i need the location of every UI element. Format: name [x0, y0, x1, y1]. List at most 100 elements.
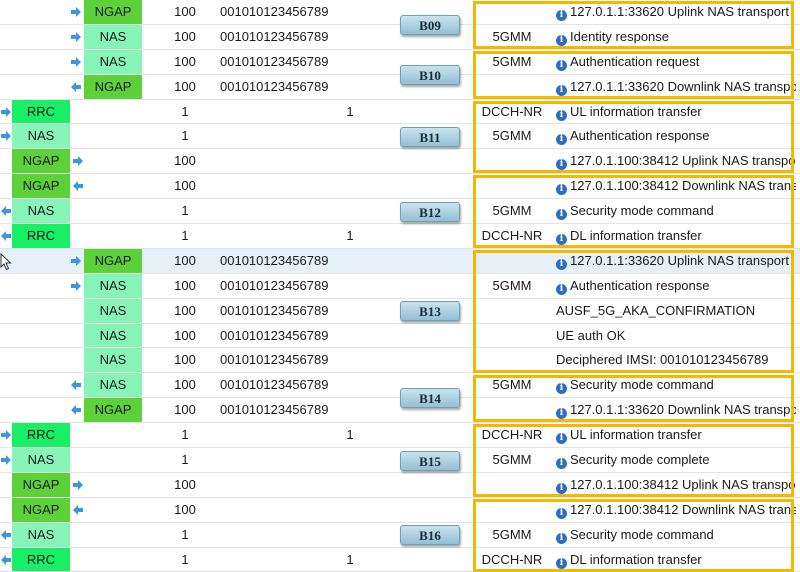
rb-id-cell: 1	[346, 427, 354, 443]
protocol-cell: NGAP	[12, 149, 70, 174]
info-icon: i	[556, 84, 567, 96]
info-cell: i 127.0.1.1:33620 Uplink NAS transport	[556, 249, 796, 273]
imsi-cell: 001010123456789	[220, 302, 329, 318]
protocol-cell: NGAP	[12, 472, 70, 497]
imsi-cell: 001010123456789	[220, 377, 329, 393]
imsi-cell: 001010123456789	[220, 402, 329, 418]
cell-id-cell: 1	[181, 427, 189, 443]
ue-id-cell: 100	[174, 377, 196, 393]
info-icon: i	[556, 10, 567, 21]
arrow-right-icon	[73, 156, 83, 167]
ue-id-cell: 100	[174, 402, 196, 418]
info-text: 127.0.1.1:33620 Downlink NAS transport	[570, 78, 796, 94]
info-cell: i Authentication response	[556, 274, 796, 298]
ue-id-cell: 100	[174, 277, 196, 293]
info-cell: i Authentication request	[556, 50, 796, 74]
protocol-cell: NGAP	[12, 174, 70, 199]
table-row[interactable]: RRC 1 1 DCCH-NR i DL information transfer	[0, 547, 800, 572]
arrow-right-icon	[71, 31, 81, 42]
cell-id-cell: 1	[181, 228, 189, 244]
info-icon: i	[556, 34, 567, 46]
arrow-right-icon	[71, 280, 81, 291]
info-text: AUSF_5G_AKA_CONFIRMATION	[556, 302, 756, 318]
group-label-badge: B12	[400, 201, 460, 222]
arrow-left-icon	[1, 231, 11, 242]
arrow-left-icon	[1, 554, 11, 565]
layer-cell: 5GMM	[492, 128, 532, 144]
arrow-right-icon	[71, 56, 81, 67]
info-text: 127.0.1.1:33620 Uplink NAS transport	[570, 252, 789, 268]
table-row[interactable]: NGAP 100 i 127.0.1.100:38412 Downlink NAS t…	[0, 174, 800, 200]
info-text: Security mode complete	[570, 452, 710, 468]
info-icon: i	[556, 532, 567, 544]
layer-cell: 5GMM	[492, 28, 532, 44]
group-label-badge: B11	[400, 126, 460, 147]
layer-cell: 5GMM	[492, 277, 532, 293]
protocol-cell: NGAP	[12, 497, 70, 522]
imsi-cell: 001010123456789	[220, 252, 329, 268]
ue-id-cell: 100	[174, 252, 196, 268]
table-row[interactable]: RRC 1 1 DCCH-NR i UL information transfer	[0, 99, 800, 125]
ue-id-cell: 100	[174, 153, 196, 169]
info-text: 127.0.1.1:33620 Downlink NAS transport	[570, 402, 796, 418]
ue-id-cell: 100	[174, 78, 196, 94]
imsi-cell: 001010123456789	[220, 28, 329, 44]
info-icon: i	[556, 433, 567, 445]
arrow-left-icon	[71, 405, 81, 416]
arrow-right-icon	[1, 106, 11, 117]
info-cell: i Security mode command	[556, 199, 796, 223]
table-row[interactable]: NGAP 100 001010123456789 i 127.0.1.1:33620 U…	[0, 248, 800, 274]
info-icon: i	[556, 482, 567, 494]
layer-cell: 5GMM	[492, 53, 532, 69]
ue-id-cell: 100	[174, 501, 196, 517]
info-text: DL information transfer	[570, 551, 702, 567]
layer-cell: 5GMM	[492, 452, 532, 468]
table-row[interactable]: NAS 100 001010123456789 5GMM i Authentication…	[0, 273, 800, 299]
info-cell: i UL information transfer	[556, 100, 796, 124]
info-text: Security mode command	[570, 526, 714, 542]
cell-id-cell: 1	[181, 526, 189, 542]
imsi-cell: 001010123456789	[220, 327, 329, 343]
mouse-pointer-icon	[0, 253, 12, 271]
info-text: 127.0.1.1:33620 Uplink NAS transport	[570, 4, 789, 19]
info-cell: Deciphered IMSI: 001010123456789	[556, 348, 796, 372]
protocol-cell: NAS	[84, 298, 142, 323]
arrow-left-icon	[71, 81, 81, 92]
ue-id-cell: 100	[174, 4, 196, 19]
ue-id-cell: 100	[174, 53, 196, 69]
table-row[interactable]: NAS 100 001010123456789 Deciphered IMSI: 00…	[0, 348, 800, 374]
imsi-cell: 001010123456789	[220, 53, 329, 69]
info-icon: i	[556, 507, 567, 519]
info-cell: i 127.0.1.100:38412 Uplink NAS transport	[556, 473, 796, 497]
table-row[interactable]: NGAP 100 i 127.0.1.100:38412 Uplink NAS tra…	[0, 472, 800, 498]
protocol-cell: NGAP	[84, 248, 142, 273]
table-row[interactable]: RRC 1 1 DCCH-NR i DL information transfer	[0, 224, 800, 249]
table-row[interactable]: NGAP 100 i 127.0.1.100:38412 Uplink NAS tra…	[0, 149, 800, 175]
table-row[interactable]: NAS 100 001010123456789 UE auth OK	[0, 323, 800, 349]
protocol-cell: NAS	[12, 124, 70, 149]
ue-id-cell: 100	[174, 178, 196, 194]
table-row[interactable]: NGAP 100 i 127.0.1.100:38412 Downlink NAS t…	[0, 497, 800, 523]
table-row[interactable]: RRC 1 1 DCCH-NR i UL information transfer	[0, 423, 800, 449]
info-icon: i	[556, 283, 567, 295]
info-cell: i Security mode complete	[556, 448, 796, 472]
group-label-badge: B13	[400, 301, 460, 322]
info-text: Authentication request	[570, 53, 700, 69]
group-label-badge: B16	[400, 525, 460, 546]
info-cell: i 127.0.1.1:33620 Uplink NAS transport	[556, 0, 796, 24]
imsi-cell: 001010123456789	[220, 4, 329, 19]
layer-cell: 5GMM	[492, 377, 532, 393]
info-icon: i	[556, 458, 567, 470]
cell-id-cell: 1	[181, 203, 189, 219]
rb-id-cell: 1	[346, 228, 354, 244]
info-icon: i	[556, 184, 567, 196]
info-text: Identity response	[570, 28, 670, 44]
cell-id-cell: 1	[181, 452, 189, 468]
info-icon: i	[556, 557, 567, 569]
info-text: UE auth OK	[556, 327, 626, 343]
ue-id-cell: 100	[174, 476, 196, 492]
arrow-right-icon	[71, 255, 81, 266]
arrow-right-icon	[1, 131, 11, 142]
arrow-left-icon	[73, 181, 83, 192]
arrow-right-icon	[71, 7, 81, 17]
